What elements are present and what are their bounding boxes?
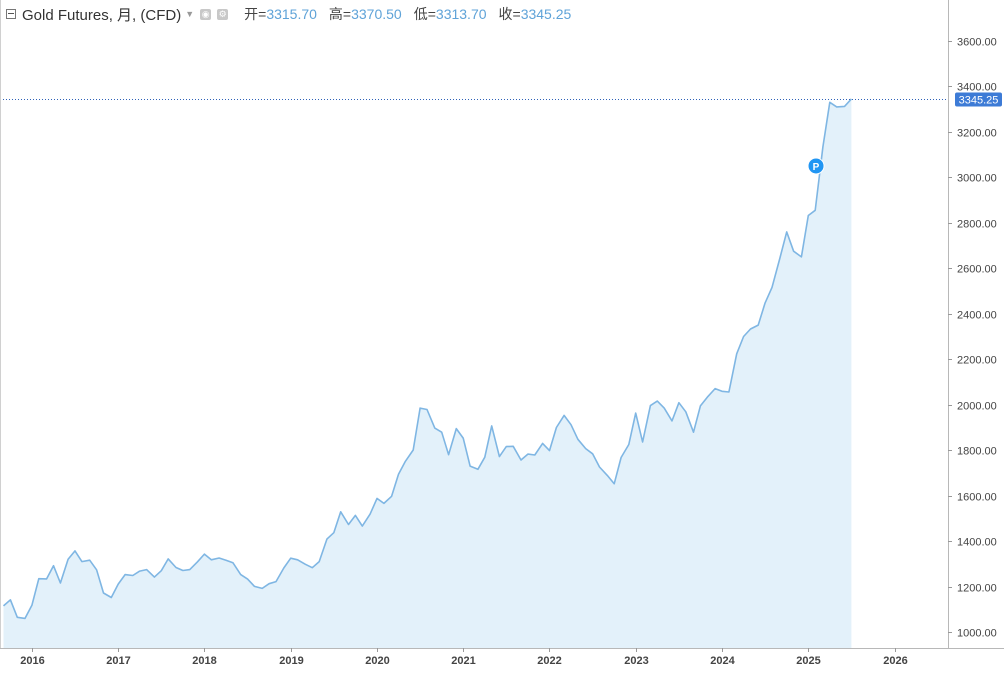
marker-label[interactable]: P xyxy=(813,162,820,173)
x-tick-label: 2019 xyxy=(279,655,303,667)
open-value: 开=3315.70 xyxy=(244,6,317,22)
x-tick-label: 2022 xyxy=(537,655,561,667)
last-price-label: 3345.25 xyxy=(959,95,999,107)
chart-container[interactable]: 3345.25 P 1000.00 1200.00 1400.00 1600.00 18… xyxy=(0,0,1004,668)
low-value: 低=3313.70 xyxy=(413,6,487,22)
area-layer xyxy=(2,98,852,648)
y-tick-label: 1800.00 xyxy=(957,446,997,458)
x-tick-label: 2023 xyxy=(624,655,648,667)
close-value: 收=3345.25 xyxy=(498,6,572,22)
high-value: 高=3370.50 xyxy=(328,6,402,22)
x-tick-label: 2024 xyxy=(710,655,735,667)
y-tick-label: 2200.00 xyxy=(957,355,997,367)
symbol-title[interactable]: Gold Futures, 月, (CFD) xyxy=(22,4,181,25)
y-tick-label: 1400.00 xyxy=(957,537,997,549)
x-tick-label: 2017 xyxy=(106,655,130,667)
y-tick-label: 1200.00 xyxy=(957,583,997,595)
ohlc-values: 开=3315.70 高=3370.50 低=3313.70 收=3345.25 xyxy=(244,4,571,24)
x-tick-label: 2016 xyxy=(20,655,44,667)
x-tick-label: 2025 xyxy=(796,655,820,667)
gear-icon[interactable]: ⚙ xyxy=(217,8,229,20)
y-tick-label: 2800.00 xyxy=(957,219,997,231)
y-tick-label: 3200.00 xyxy=(957,128,997,140)
marker-layer: P xyxy=(807,157,825,175)
x-tick-label: 2018 xyxy=(192,655,216,667)
area-fill xyxy=(3,98,852,648)
y-tick-label: 2600.00 xyxy=(957,264,997,276)
x-tick-label: 2026 xyxy=(883,655,907,667)
y-tick-label: 1000.00 xyxy=(957,628,997,640)
y-tick-label: 2000.00 xyxy=(957,401,997,413)
y-tick-label: 2400.00 xyxy=(957,310,997,322)
chevron-down-icon[interactable]: ▼ xyxy=(185,9,194,19)
x-tick-label: 2020 xyxy=(365,655,389,667)
x-tick-label: 2021 xyxy=(451,655,475,667)
y-tick-label: 3400.00 xyxy=(957,82,997,94)
y-tick-label: 1600.00 xyxy=(957,492,997,504)
y-tick-label: 3000.00 xyxy=(957,173,997,185)
eye-icon[interactable]: ◉ xyxy=(200,8,212,20)
collapse-icon[interactable] xyxy=(6,9,16,19)
price-chart[interactable]: 3345.25 P 1000.00 1200.00 1400.00 1600.00 18… xyxy=(0,0,1004,668)
y-tick-label: 3600.00 xyxy=(957,37,997,49)
chart-header: Gold Futures, 月, (CFD) ▼ ◉ ⚙ 开=3315.70 高… xyxy=(6,4,571,24)
